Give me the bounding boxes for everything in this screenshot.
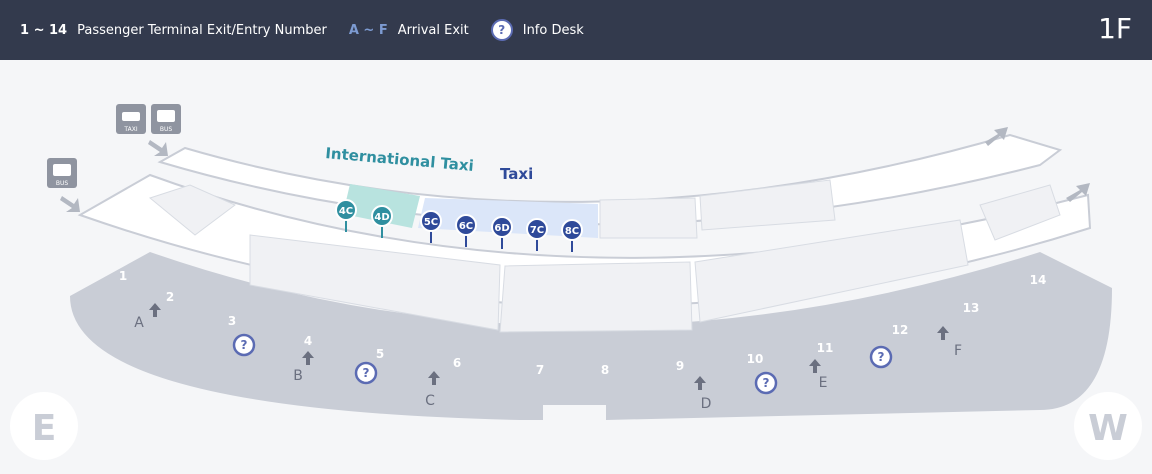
legend-exit-range: 1 ~ 14 (20, 22, 68, 38)
legend: 1 ~ 14 Passenger Terminal Exit/Entry Num… (20, 0, 606, 60)
exit-number-12: 12 (892, 323, 909, 337)
compass-east-label: E (32, 408, 57, 449)
exit-number-4: 4 (304, 334, 312, 348)
info-desk-glyph: ? (763, 376, 770, 390)
arrival-exit-label: B (293, 368, 303, 384)
exit-number-6: 6 (453, 356, 461, 370)
exit-number-13: 13 (963, 301, 980, 315)
floor-label: 1F (1098, 12, 1132, 45)
info-desk-icon[interactable]: ? (754, 371, 778, 395)
legend-exit-label: Passenger Terminal Exit/Entry Number (77, 22, 327, 38)
bus-sign-label: BUS (160, 126, 173, 133)
bus-stop-label: 7C (530, 225, 544, 236)
arrival-exit-label: D (701, 396, 712, 412)
exit-number-9: 9 (676, 359, 684, 373)
exit-number-5: 5 (376, 347, 384, 361)
bus-stop-label: 4C (339, 206, 353, 217)
taxi-bus-arrow-icon (148, 140, 168, 156)
bus-stop-pin-4c[interactable]: 4C (335, 199, 357, 232)
bus-stop-pin-8c[interactable]: 8C (561, 219, 583, 252)
info-desk-icon[interactable]: ? (354, 361, 378, 385)
exit-number-1: 1 (119, 269, 127, 283)
map-header: 1 ~ 14 Passenger Terminal Exit/Entry Num… (0, 0, 1152, 60)
exit-number-11: 11 (817, 341, 834, 355)
legend-arrival-label: Arrival Exit (397, 22, 469, 38)
bus-stop-pin-6d[interactable]: 6D (491, 216, 513, 249)
bus-sign-west: BUS (47, 158, 77, 188)
bus-stop-label: 4D (374, 212, 389, 223)
bus-stop-label: 5C (424, 217, 438, 228)
exit-number-3: 3 (228, 314, 236, 328)
bus-arrow-icon (60, 196, 80, 212)
legend-info-label: Info Desk (522, 22, 584, 38)
arrival-exit-label: C (425, 393, 435, 409)
exit-number-2: 2 (166, 290, 174, 304)
info-desk-icon[interactable]: ? (232, 333, 256, 357)
arrival-exit-label: F (954, 343, 962, 359)
bus-sign: BUS (151, 104, 181, 134)
legend-arrival-range: A ~ F (348, 22, 388, 38)
arrival-exit-label: A (134, 315, 144, 331)
international-taxi-label: International Taxi (325, 144, 475, 175)
taxi-sign: TAXI (116, 104, 146, 134)
bus-stop-label: 6C (459, 221, 473, 232)
exit-number-10: 10 (747, 352, 764, 366)
bus-stop-label: 6D (494, 223, 509, 234)
info-desk-icon: ? (490, 19, 513, 41)
bus-stop-pin-4d[interactable]: 4D (371, 205, 393, 238)
exit-number-7: 7 (536, 363, 544, 377)
taxi-label: Taxi (500, 165, 533, 183)
compass-west-label: W (1088, 408, 1128, 449)
arrival-exit-label: E (819, 375, 828, 391)
bus-stop-pin-7c[interactable]: 7C (526, 218, 548, 251)
bus-stop-pin-6c[interactable]: 6C (455, 214, 477, 247)
exit-number-14: 14 (1030, 273, 1047, 287)
terminal-map: TAXI BUS BUS International Taxi Taxi 4C 4… (0, 60, 1152, 470)
info-desk-glyph: ? (363, 366, 370, 380)
taxi-sign-label: TAXI (123, 126, 137, 133)
bus-stop-label: 8C (565, 226, 579, 237)
info-desk-glyph: ? (241, 338, 248, 352)
info-desk-icon[interactable]: ? (869, 345, 893, 369)
info-desk-glyph: ? (878, 350, 885, 364)
terminal-map-svg: TAXI BUS BUS International Taxi Taxi 4C4… (10, 104, 1142, 460)
bus-sign-west-label: BUS (56, 180, 69, 187)
exit-number-8: 8 (601, 363, 609, 377)
bus-stop-pin-5c[interactable]: 5C (420, 210, 442, 243)
